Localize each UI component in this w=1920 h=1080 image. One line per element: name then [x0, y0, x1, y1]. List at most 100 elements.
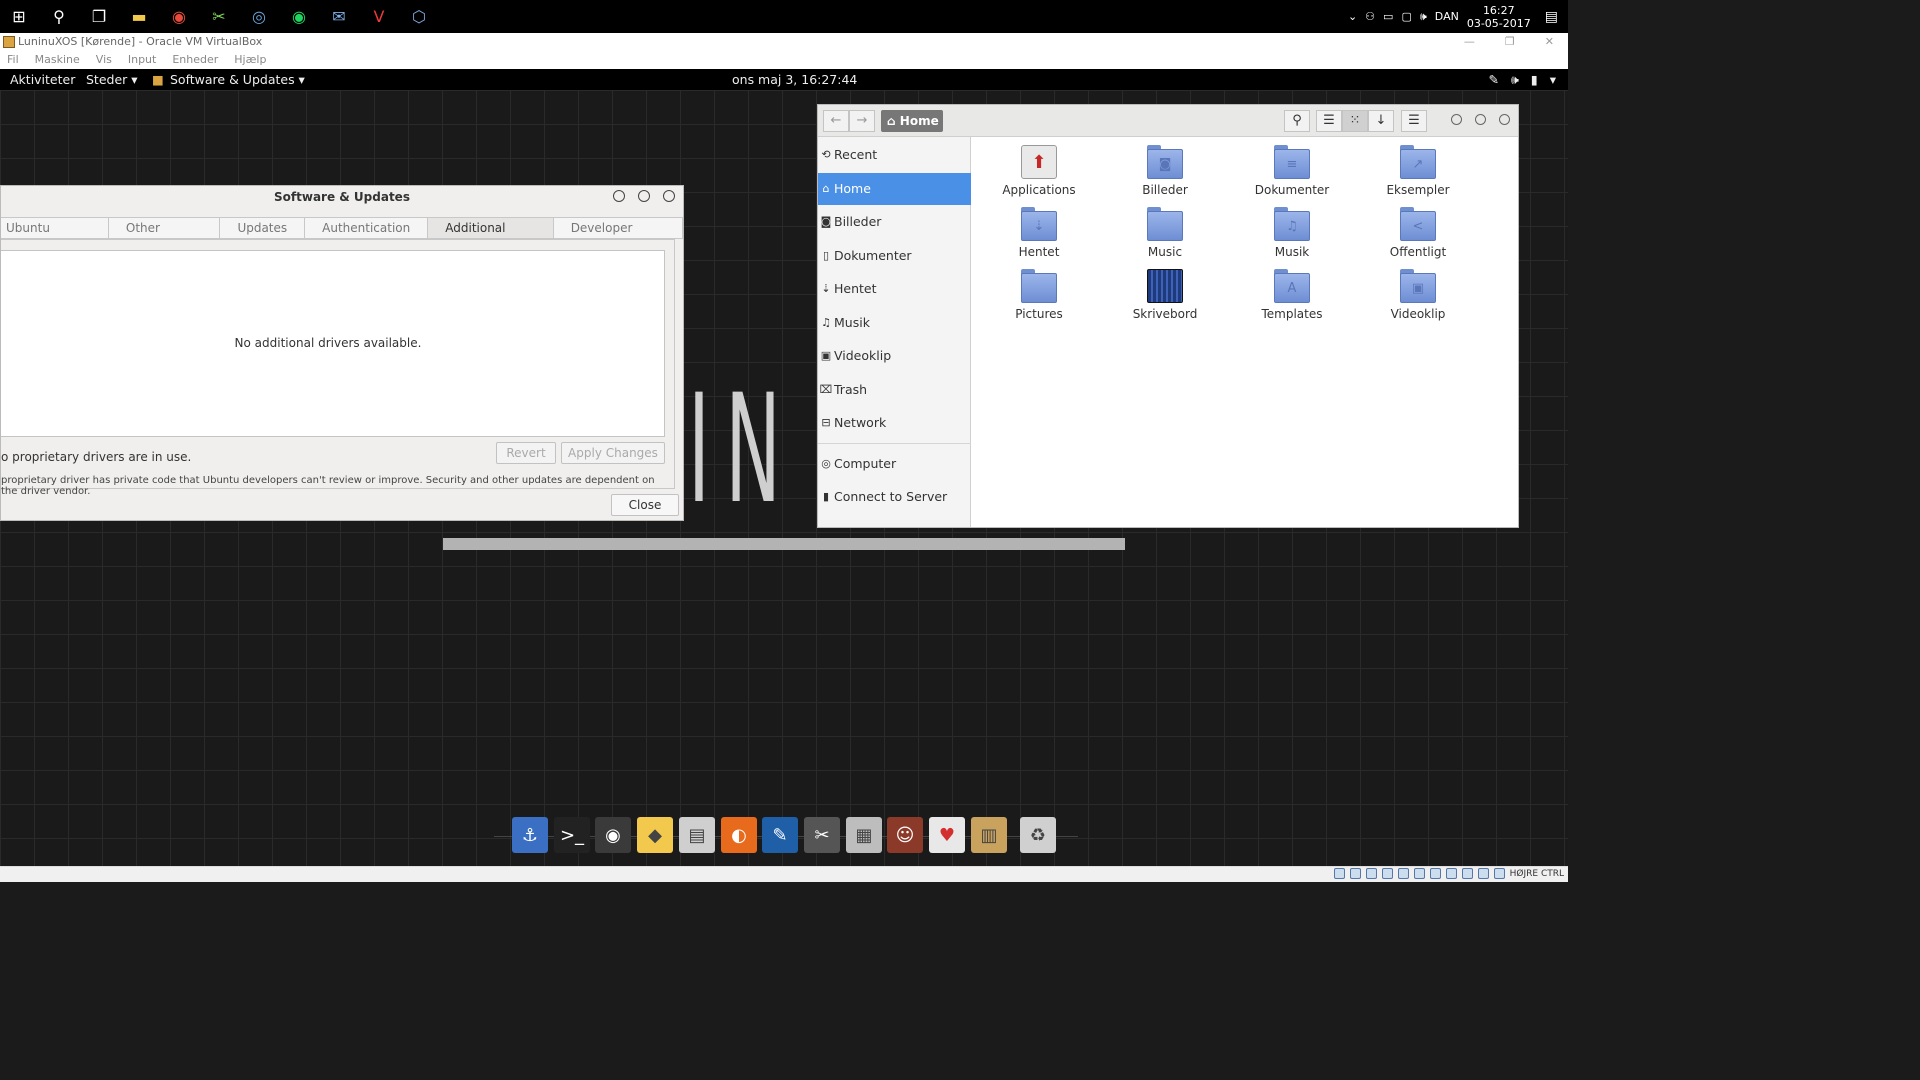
- menu-button[interactable]: ☰: [1401, 110, 1427, 132]
- sidebar-item-trash[interactable]: ⌧ Trash: [818, 374, 971, 406]
- close-window-button[interactable]: [663, 190, 675, 202]
- display-icon[interactable]: [1429, 868, 1441, 879]
- app-menu[interactable]: Software & Updates ▾: [170, 72, 305, 87]
- search-button[interactable]: ⚲: [1284, 110, 1310, 132]
- menu-enheder[interactable]: Enheder: [172, 51, 218, 69]
- calculator-icon[interactable]: ▦: [846, 817, 882, 853]
- sidebar-item-hentet[interactable]: ⇣ Hentet: [818, 273, 971, 305]
- anchor-icon[interactable]: ⚓: [512, 817, 548, 853]
- sidebar-item-videoklip[interactable]: ▣ Videoklip: [818, 340, 971, 372]
- apply-changes-button[interactable]: Apply Changes: [561, 442, 665, 464]
- folder-item-music[interactable]: Music: [1110, 207, 1220, 259]
- recycle-bin-icon[interactable]: ♻: [1020, 817, 1056, 853]
- folder-item-applications[interactable]: ⬆ Applications: [984, 145, 1094, 197]
- folder-item-videoklip[interactable]: ▣ Videoklip: [1363, 269, 1473, 321]
- audio-icon[interactable]: [1365, 868, 1377, 879]
- tab-ubuntu-software[interactable]: Ubuntu Software: [1, 217, 109, 255]
- minimize-icon[interactable]: —: [1464, 33, 1475, 51]
- video-capture-icon[interactable]: [1445, 868, 1457, 879]
- tab-authentication[interactable]: Authentication: [305, 217, 429, 239]
- folder-item-musik[interactable]: ♫ Musik: [1237, 207, 1347, 259]
- close-window-button[interactable]: [1499, 114, 1510, 125]
- folder-item-templates[interactable]: A Templates: [1237, 269, 1347, 321]
- folder-item-hentet[interactable]: ⇣ Hentet: [984, 207, 1094, 259]
- maximize-button[interactable]: [638, 190, 650, 202]
- chevron-up-icon[interactable]: ⌄: [1348, 10, 1357, 23]
- view-options-button[interactable]: ↓: [1368, 110, 1394, 132]
- contacts-icon[interactable]: ☺: [887, 817, 923, 853]
- maximize-button[interactable]: [1475, 114, 1486, 125]
- close-icon[interactable]: ✕: [1545, 33, 1554, 51]
- sidebar-item-recent[interactable]: ⟲ Recent: [818, 139, 971, 171]
- language-indicator[interactable]: DAN: [1435, 10, 1459, 23]
- gnome-clock[interactable]: ons maj 3, 16:27:44: [732, 72, 857, 87]
- sidebar-item-network[interactable]: ⊟ Network: [818, 407, 971, 439]
- forward-button[interactable]: →: [849, 110, 875, 132]
- thunderbird-icon[interactable]: ✉: [326, 4, 352, 28]
- writer-icon[interactable]: ✎: [762, 817, 798, 853]
- grid-view-button[interactable]: ⁙: [1342, 110, 1368, 132]
- file-explorer-icon[interactable]: ▬: [126, 4, 152, 28]
- action-center-icon[interactable]: ▤: [1545, 9, 1558, 25]
- network-adapter-icon[interactable]: [1381, 868, 1393, 879]
- sidebar-item-billeder[interactable]: ◙ Billeder: [818, 206, 971, 238]
- tab-developer-options[interactable]: Developer Options: [553, 217, 683, 255]
- people-icon[interactable]: ⚇: [1365, 10, 1375, 23]
- back-button[interactable]: ←: [823, 110, 849, 132]
- chrome-icon[interactable]: ◉: [166, 4, 192, 28]
- folder-item-pictures[interactable]: Pictures: [984, 269, 1094, 321]
- cheese-icon[interactable]: ◆: [637, 817, 673, 853]
- folder-item-eksempler[interactable]: ↗ Eksempler: [1363, 145, 1473, 197]
- virtualization-icon[interactable]: [1461, 868, 1473, 879]
- places-menu[interactable]: Steder ▾: [86, 72, 138, 87]
- sidebar-item-connect-to-server[interactable]: ▮ Connect to Server: [818, 481, 971, 513]
- vivaldi-icon[interactable]: V: [366, 4, 392, 28]
- steam-icon[interactable]: ◎: [246, 4, 272, 28]
- menu-input[interactable]: Input: [128, 51, 156, 69]
- sidebar-item-home[interactable]: ⌂ Home: [818, 173, 971, 205]
- revert-button[interactable]: Revert: [496, 442, 556, 464]
- tab-additional-drivers[interactable]: Additional Drivers: [428, 217, 554, 255]
- battery-icon[interactable]: ▮: [1531, 72, 1538, 88]
- system-menu-arrow-icon[interactable]: ▾: [1550, 72, 1556, 88]
- folder-item-billeder[interactable]: ◙ Billeder: [1110, 145, 1220, 197]
- tool-app-icon[interactable]: ✂: [206, 4, 232, 28]
- usb-icon[interactable]: [1397, 868, 1409, 879]
- video-editor-icon[interactable]: ✂: [804, 817, 840, 853]
- folder-item-skrivebord[interactable]: Skrivebord: [1110, 269, 1220, 321]
- minimize-button[interactable]: [613, 190, 625, 202]
- terminal-icon[interactable]: >_: [554, 817, 590, 853]
- task-view-icon[interactable]: ❐: [86, 4, 112, 28]
- shared-folders-icon[interactable]: [1413, 868, 1425, 879]
- minimize-button[interactable]: [1451, 114, 1462, 125]
- network-icon[interactable]: ▢: [1401, 10, 1411, 23]
- battery-icon[interactable]: ▭: [1383, 10, 1393, 23]
- windows-clock[interactable]: 16:27 03-05-2017: [1467, 4, 1531, 30]
- archive-manager-icon[interactable]: ▥: [971, 817, 1007, 853]
- spotify-icon[interactable]: ◉: [286, 4, 312, 28]
- sidebar-item-computer[interactable]: ◎ Computer: [818, 448, 971, 480]
- tab-other-software[interactable]: Other Software: [108, 217, 221, 255]
- search-icon[interactable]: ⚲: [46, 4, 72, 28]
- pen-icon[interactable]: ✎: [1488, 72, 1498, 88]
- firefox-icon[interactable]: ◐: [721, 817, 757, 853]
- folder-item-offentligt[interactable]: < Offentligt: [1363, 207, 1473, 259]
- folder-item-dokumenter[interactable]: ≡ Dokumenter: [1237, 145, 1347, 197]
- path-home-button[interactable]: ⌂ Home: [881, 110, 943, 132]
- menu-vis[interactable]: Vis: [96, 51, 112, 69]
- volume-icon[interactable]: 🕪: [1420, 10, 1427, 24]
- volume-icon[interactable]: 🕪: [1511, 72, 1519, 88]
- sidebar-item-musik[interactable]: ♫ Musik: [818, 307, 971, 339]
- restore-icon[interactable]: ❐: [1505, 33, 1515, 51]
- activities-button[interactable]: Aktiviteter: [10, 72, 75, 87]
- hard-disk-icon[interactable]: [1333, 868, 1345, 879]
- menu-hjaelp[interactable]: Hjælp: [234, 51, 266, 69]
- list-view-button[interactable]: ☰: [1316, 110, 1342, 132]
- menu-maskine[interactable]: Maskine: [35, 51, 80, 69]
- mouse-integration-icon[interactable]: [1477, 868, 1489, 879]
- optical-drive-icon[interactable]: [1349, 868, 1361, 879]
- virtualbox-icon[interactable]: ⬡: [406, 4, 432, 28]
- keyboard-capture-icon[interactable]: [1493, 868, 1505, 879]
- cards-game-icon[interactable]: ♥: [929, 817, 965, 853]
- windows-start-icon[interactable]: ⊞: [6, 4, 32, 28]
